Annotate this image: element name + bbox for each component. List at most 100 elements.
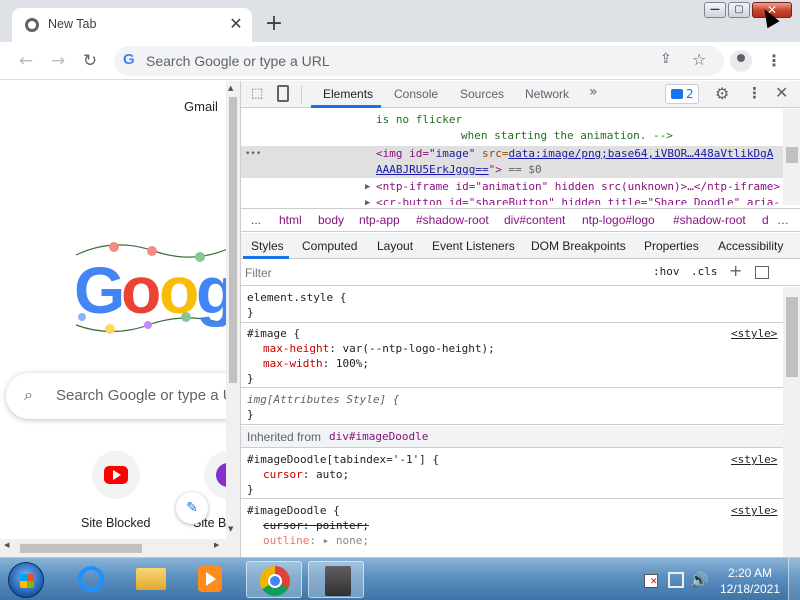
tab-console[interactable]: Console <box>394 87 438 101</box>
selector[interactable]: #image { <box>247 326 300 341</box>
issues-button[interactable]: 2 <box>665 84 699 104</box>
selector[interactable]: element.style { <box>247 290 346 305</box>
tab-elements[interactable]: Elements <box>323 87 373 101</box>
style-rule-imagedoodle: #imageDoodle { <style> cursor: pointer; … <box>241 500 783 557</box>
style-property[interactable]: outline: ▸ none; <box>263 533 369 548</box>
style-source-link[interactable]: <style> <box>731 503 777 518</box>
profile-avatar-icon[interactable] <box>730 50 752 72</box>
styles-scroll-thumb[interactable] <box>786 297 798 377</box>
start-button[interactable] <box>8 562 44 598</box>
dom-line[interactable]: <ntp-iframe id="animation" hidden src(un… <box>376 179 780 195</box>
breadcrumb-item[interactable]: body <box>318 213 344 227</box>
toggle-sidebar-icon[interactable] <box>755 266 769 279</box>
shortcut-label: Site Blocked <box>81 516 151 530</box>
devtools-more-icon[interactable]: ⋮ <box>747 84 762 102</box>
clock-time[interactable]: 2:20 AM <box>722 566 778 580</box>
subtab-computed[interactable]: Computed <box>302 239 357 253</box>
forward-button[interactable]: → <box>46 49 70 73</box>
clock-date[interactable]: 12/18/2021 <box>716 582 784 596</box>
breadcrumb-item[interactable]: html <box>279 213 302 227</box>
selected-marker: == $0 <box>501 163 542 176</box>
dom-line[interactable]: when starting the animation. --> <box>461 128 673 144</box>
breadcrumb-item[interactable]: #shadow-root <box>673 213 746 227</box>
overridden-property[interactable]: cursor: pointer; <box>263 518 369 533</box>
action-center-flag-icon[interactable] <box>644 574 658 588</box>
selector[interactable]: #imageDoodle { <box>247 503 340 518</box>
subtab-accessibility[interactable]: Accessibility <box>718 239 783 253</box>
taskbar-media-player[interactable] <box>182 561 238 598</box>
settings-gear-icon[interactable]: ⚙ <box>715 84 729 103</box>
new-rule-icon[interactable]: + <box>729 261 742 280</box>
volume-icon[interactable]: 🔊 <box>690 571 709 589</box>
breadcrumb-scroll-right[interactable]: … <box>777 213 789 227</box>
property-value: : ▸ none; <box>309 534 369 547</box>
dom-scroll-thumb[interactable] <box>786 147 798 163</box>
subtab-layout[interactable]: Layout <box>377 239 413 253</box>
inspect-element-icon[interactable]: ⬚ <box>251 86 267 102</box>
class-toggle-button[interactable]: .cls <box>691 265 718 278</box>
breadcrumb-item[interactable]: d <box>762 213 769 227</box>
style-property[interactable]: cursor: auto; <box>263 467 349 482</box>
style-source-link[interactable]: <style> <box>731 452 777 467</box>
ntp-vertical-scroll-thumb[interactable] <box>229 97 237 383</box>
scroll-up-arrow-icon[interactable]: ▲ <box>228 84 233 92</box>
dom-node-dots-icon[interactable]: ••• <box>245 146 261 162</box>
network-icon[interactable] <box>668 572 684 588</box>
taskbar-file-explorer[interactable] <box>122 561 178 598</box>
selector[interactable]: #imageDoodle[tabindex='-1'] { <box>247 452 439 467</box>
dom-line-selected-cont[interactable]: AAABJRU5ErkJggg=="> == $0 <box>376 162 542 178</box>
bookmark-star-icon[interactable]: ☆ <box>692 50 712 70</box>
share-icon[interactable]: ⇪ <box>660 51 680 71</box>
reload-button[interactable]: ↻ <box>78 49 102 73</box>
selector[interactable]: img[Attributes Style] { <box>247 392 399 407</box>
google-doodle-logo[interactable]: G o o g <box>74 241 234 341</box>
styles-filter-input[interactable] <box>245 264 641 282</box>
dom-line-selected[interactable]: <img id="image" src=data:image/png;base6… <box>376 146 773 162</box>
scroll-left-arrow-icon[interactable]: ◀ <box>4 541 9 549</box>
back-button[interactable]: ← <box>14 49 38 73</box>
tab-close-icon[interactable]: ✕ <box>226 13 246 35</box>
window-minimize-button[interactable]: — <box>704 2 726 18</box>
window-maximize-button[interactable]: ▢ <box>728 2 750 18</box>
breadcrumb-item[interactable]: #shadow-root <box>416 213 489 227</box>
subtab-styles[interactable]: Styles <box>251 239 284 253</box>
dom-line[interactable]: <cr-button id="shareButton" hidden title… <box>376 195 780 205</box>
omnibox[interactable]: G Search Google or type a URL <box>114 46 724 76</box>
dom-line[interactable]: is no flicker <box>376 112 462 128</box>
tab-new-tab[interactable]: New Tab ✕ <box>12 8 252 42</box>
show-desktop-button[interactable] <box>788 558 800 600</box>
scroll-down-arrow-icon[interactable]: ▼ <box>228 525 233 533</box>
breadcrumb-item[interactable]: ntp-logo#logo <box>582 213 655 227</box>
new-tab-button[interactable]: + <box>262 12 286 36</box>
ntp-horizontal-scroll-thumb[interactable] <box>20 544 142 553</box>
taskbar-chrome[interactable] <box>246 561 302 598</box>
src-link-cont[interactable]: AAABJRU5ErkJggg== <box>376 163 489 176</box>
gmail-link[interactable]: Gmail <box>184 99 218 114</box>
breadcrumb-scroll-left[interactable]: ... <box>251 213 261 227</box>
style-property[interactable]: max-width: 100%; <box>263 356 369 371</box>
breadcrumb-item[interactable]: ntp-app <box>359 213 400 227</box>
breadcrumb-item[interactable]: div#content <box>504 213 565 227</box>
scroll-right-arrow-icon[interactable]: ▶ <box>214 541 219 549</box>
more-tabs-icon[interactable]: » <box>589 84 598 100</box>
tab-sources[interactable]: Sources <box>460 87 504 101</box>
inherited-node-link[interactable]: div#imageDoodle <box>329 430 428 443</box>
src-link[interactable]: data:image/png;base64,iVBOR…448aVtlikDgA <box>508 147 773 160</box>
taskbar-app[interactable] <box>308 561 364 598</box>
hover-state-button[interactable]: :hov <box>653 265 680 278</box>
expand-arrow-icon[interactable]: ▶ <box>365 179 370 195</box>
devtools-close-icon[interactable]: ✕ <box>775 83 788 102</box>
expand-arrow-icon[interactable]: ▶ <box>365 195 370 205</box>
style-property[interactable]: max-height: var(--ntp-logo-height); <box>263 341 495 356</box>
edit-doodle-icon[interactable]: ✎ <box>176 492 208 524</box>
chrome-menu-icon[interactable]: ⋮ <box>766 50 782 72</box>
shortcut-tile-youtube[interactable] <box>92 451 140 499</box>
subtab-dom-breakpoints[interactable]: DOM Breakpoints <box>531 239 626 253</box>
ntp-search-box[interactable]: ⌕ Search Google or type a URL <box>6 373 240 419</box>
style-source-link[interactable]: <style> <box>731 326 777 341</box>
subtab-properties[interactable]: Properties <box>644 239 699 253</box>
taskbar-internet-explorer[interactable] <box>62 561 118 598</box>
subtab-event-listeners[interactable]: Event Listeners <box>432 239 515 253</box>
device-toolbar-icon[interactable] <box>277 85 289 102</box>
tab-network[interactable]: Network <box>525 87 569 101</box>
